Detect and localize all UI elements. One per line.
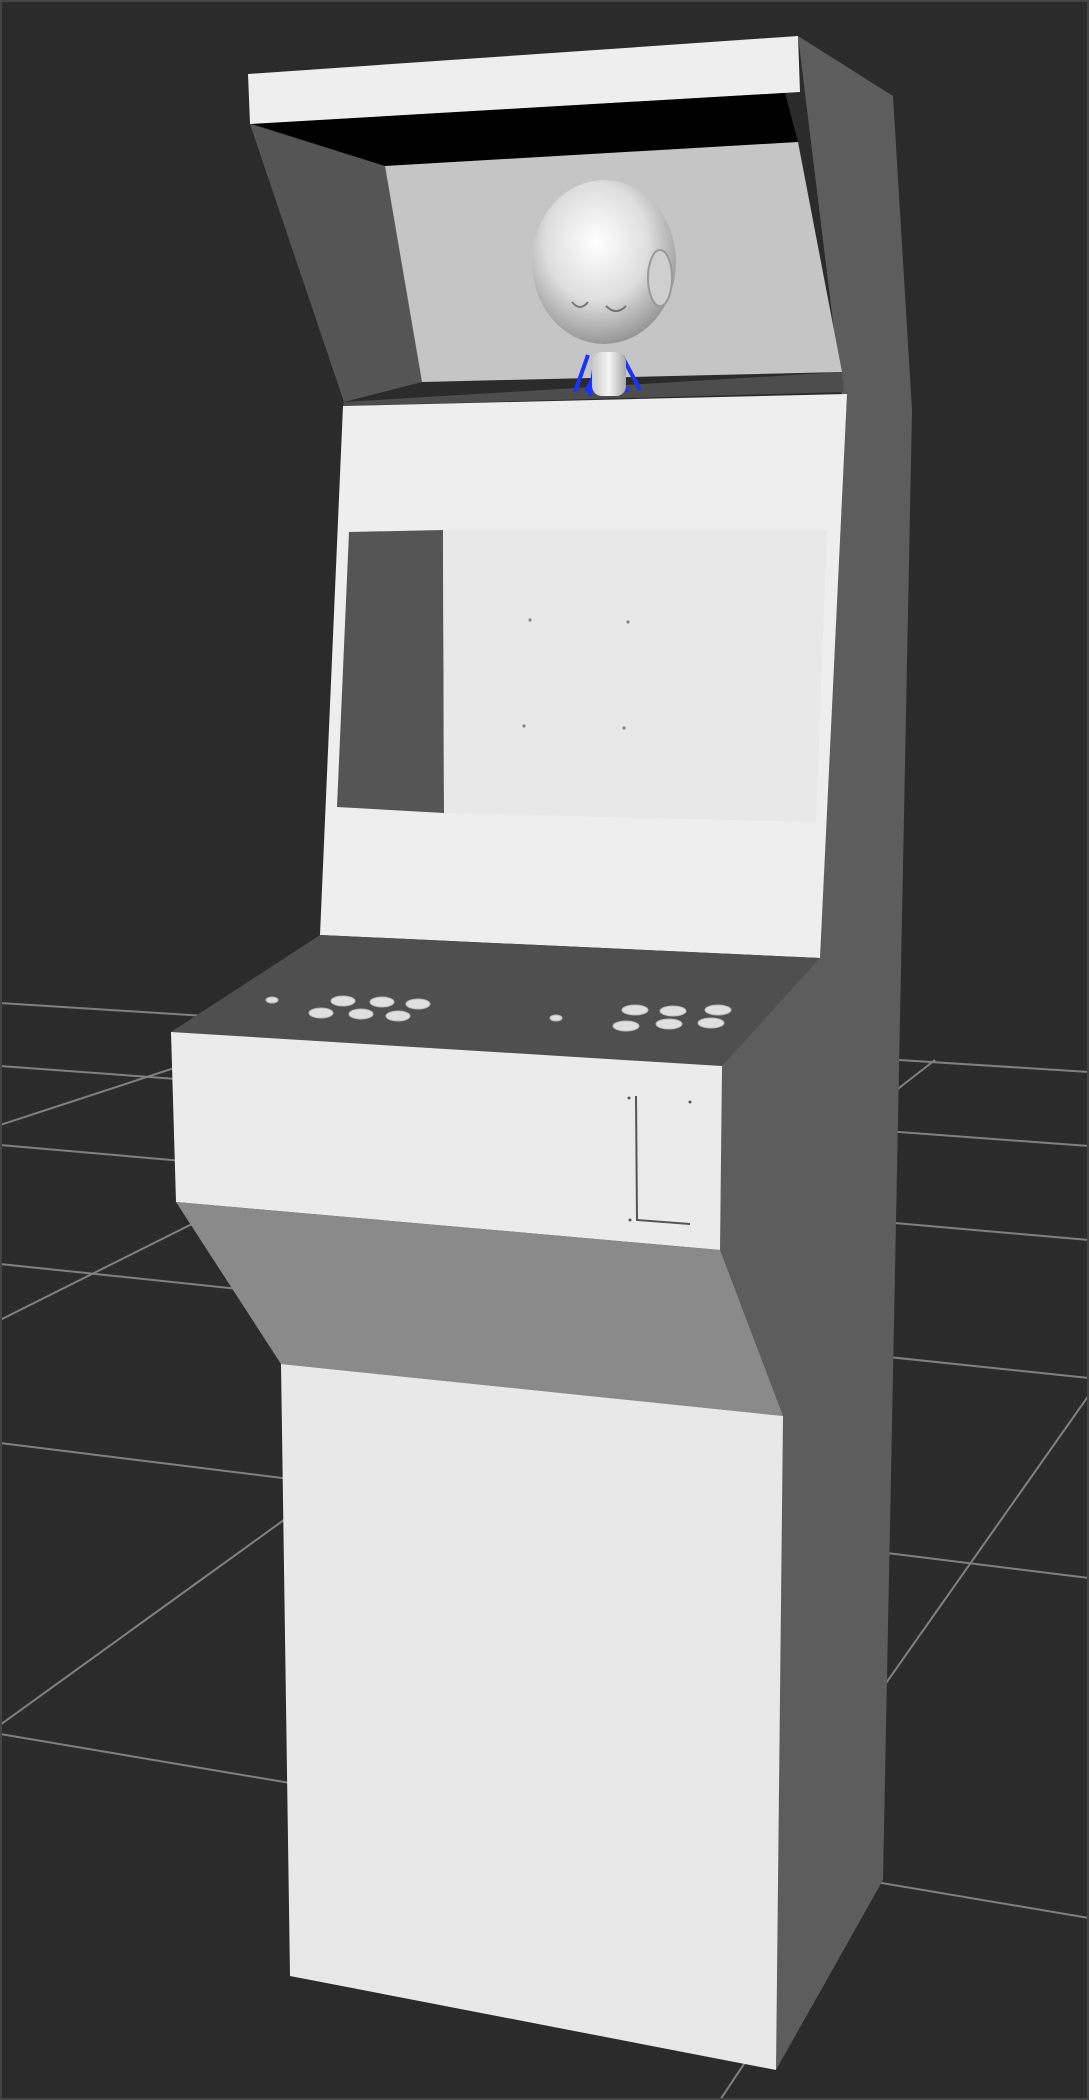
screw-dot [628, 1218, 632, 1222]
button-p2 [704, 1004, 732, 1016]
arcade-cabinet-scene [0, 0, 1089, 2100]
button-p2 [697, 1017, 725, 1029]
monitor-screen[interactable] [443, 530, 827, 822]
button-p2 [655, 1018, 683, 1030]
screw-dot [626, 620, 630, 624]
lower-front-panel [281, 1364, 783, 2070]
robot-neck [592, 352, 626, 396]
button-p1 [330, 995, 356, 1007]
monitor-bezel-left [337, 530, 444, 813]
joystick-p2 [549, 1014, 563, 1022]
button-p1 [369, 996, 395, 1008]
screw-dot [627, 1096, 631, 1100]
3d-viewport[interactable] [0, 0, 1089, 2100]
robot-ear [647, 249, 673, 307]
button-p2 [612, 1020, 640, 1032]
screw-dot [688, 1100, 692, 1104]
screw-dot [528, 618, 532, 622]
screw-dot [622, 726, 626, 730]
button-p1 [308, 1007, 334, 1019]
button-p2 [621, 1004, 649, 1016]
joystick-p1 [265, 996, 279, 1004]
button-p1 [385, 1010, 411, 1022]
button-p2 [659, 1005, 687, 1017]
button-p1 [348, 1008, 374, 1020]
grid-line [859, 1394, 1089, 1721]
button-p1 [405, 998, 431, 1010]
screw-dot [522, 724, 526, 728]
